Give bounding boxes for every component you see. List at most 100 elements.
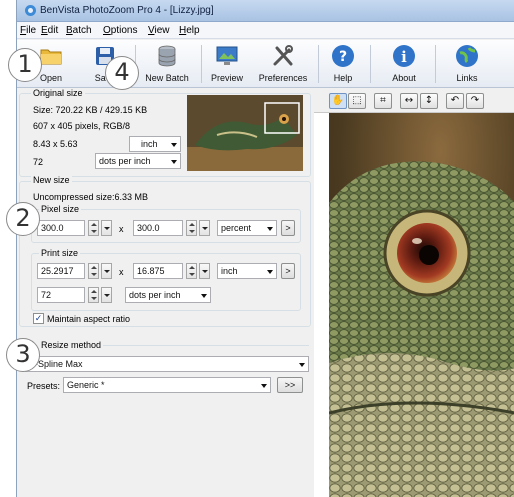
print-size-title: Print size bbox=[39, 248, 81, 258]
print-resolution-input[interactable]: 72 bbox=[37, 287, 85, 303]
print-resolution-unit-value: dots per inch bbox=[129, 290, 181, 300]
toolbar-separator bbox=[201, 45, 202, 83]
about-button[interactable]: i About bbox=[382, 42, 426, 86]
pixel-width-dropdown[interactable] bbox=[101, 220, 112, 236]
pixel-width-spinner[interactable] bbox=[88, 220, 99, 236]
presets-more-button[interactable]: >> bbox=[277, 377, 303, 393]
menu-bar: File Edit Batch Options View Help bbox=[17, 22, 514, 39]
pixel-height-input[interactable]: 300.0 bbox=[133, 220, 183, 236]
crop-icon[interactable]: ⌗ bbox=[374, 93, 392, 109]
pixel-size-title: Pixel size bbox=[39, 204, 82, 214]
menu-view[interactable]: View bbox=[148, 25, 170, 36]
print-unit-select[interactable]: inch bbox=[217, 263, 277, 279]
callout-badge-3: 3 bbox=[6, 338, 40, 372]
svg-text:?: ? bbox=[339, 49, 347, 65]
help-label: Help bbox=[333, 73, 353, 83]
pixel-unit-value: percent bbox=[221, 223, 252, 233]
svg-text:i: i bbox=[401, 48, 407, 66]
print-width-spinner[interactable] bbox=[88, 263, 99, 279]
uncompressed-size: Uncompressed size:6.33 MB bbox=[33, 192, 149, 202]
app-icon bbox=[25, 5, 36, 16]
print-resolution-unit-select[interactable]: dots per inch bbox=[125, 287, 211, 303]
print-height-dropdown[interactable] bbox=[199, 263, 210, 279]
print-times-sign: x bbox=[119, 267, 124, 277]
maintain-aspect-label: Maintain aspect ratio bbox=[47, 314, 131, 324]
links-label: Links bbox=[456, 73, 478, 83]
pixel-times-sign: x bbox=[119, 224, 124, 234]
original-unit-select[interactable]: inch bbox=[129, 136, 181, 152]
tools-icon bbox=[273, 45, 293, 66]
callout-badge-4: 4 bbox=[105, 56, 139, 90]
new-batch-label: New Batch bbox=[145, 73, 189, 83]
links-button[interactable]: Links bbox=[447, 42, 487, 86]
original-print-dimensions: 8.43 x 5.63 bbox=[33, 139, 78, 149]
main-toolbar: Open Save New Batch bbox=[17, 40, 514, 88]
pixel-height-spinner[interactable] bbox=[186, 220, 197, 236]
preview-pane[interactable] bbox=[314, 113, 514, 497]
print-width-input[interactable]: 25.2917 bbox=[37, 263, 85, 279]
print-resolution-dropdown[interactable] bbox=[101, 287, 112, 303]
original-resolution: 72 bbox=[33, 157, 44, 167]
pixel-width-input[interactable]: 300.0 bbox=[37, 220, 85, 236]
toolbar-separator bbox=[370, 45, 371, 83]
hand-tool-icon[interactable]: ✋ bbox=[329, 93, 347, 109]
resize-method-title: Resize method bbox=[39, 340, 104, 350]
original-resolution-unit-value: dots per inch bbox=[99, 156, 151, 166]
print-resolution-spinner[interactable] bbox=[88, 287, 99, 303]
help-question-icon: ? bbox=[332, 45, 354, 67]
print-height-spinner[interactable] bbox=[186, 263, 197, 279]
presets-select[interactable]: Generic * bbox=[63, 377, 271, 393]
original-size-title: Original size bbox=[31, 88, 85, 98]
thumbnail-preview bbox=[187, 95, 303, 171]
preview-button[interactable]: Preview bbox=[207, 42, 247, 86]
folder-icon bbox=[40, 49, 62, 65]
preview-monitor-icon bbox=[216, 46, 238, 65]
globe-icon bbox=[456, 45, 478, 67]
preferences-button[interactable]: Preferences bbox=[255, 42, 311, 86]
callout-badge-2: 2 bbox=[6, 202, 40, 236]
pixel-unit-select[interactable]: percent bbox=[217, 220, 277, 236]
original-file-size: Size: 720.22 KB / 429.15 KB bbox=[33, 105, 148, 115]
presets-label: Presets: bbox=[27, 381, 61, 391]
menu-batch[interactable]: Batch bbox=[66, 25, 92, 36]
info-icon: i bbox=[393, 45, 415, 67]
new-batch-button[interactable]: New Batch bbox=[141, 42, 193, 86]
resize-method-select[interactable]: S-Spline Max bbox=[25, 356, 309, 372]
help-button[interactable]: ? Help bbox=[325, 42, 361, 86]
resize-method-divider bbox=[103, 345, 309, 346]
original-resolution-unit-select[interactable]: dots per inch bbox=[95, 153, 181, 169]
about-label: About bbox=[392, 73, 416, 83]
window-title: BenVista PhotoZoom Pro 4 - [Lizzy.jpg] bbox=[40, 5, 214, 16]
rotate-left-icon[interactable]: ↶ bbox=[446, 93, 464, 109]
title-bar: BenVista PhotoZoom Pro 4 - [Lizzy.jpg] bbox=[17, 0, 514, 22]
pixel-size-more-button[interactable]: > bbox=[281, 220, 295, 236]
preview-label: Preview bbox=[210, 73, 243, 83]
pixel-height-dropdown[interactable] bbox=[199, 220, 210, 236]
maintain-aspect-checkbox[interactable]: ✓ bbox=[33, 313, 44, 324]
fit-height-icon[interactable]: ↕ bbox=[420, 93, 438, 109]
preferences-label: Preferences bbox=[258, 73, 308, 83]
presets-value: Generic * bbox=[67, 380, 105, 390]
print-size-more-button[interactable]: > bbox=[281, 263, 295, 279]
menu-help[interactable]: Help bbox=[179, 25, 200, 36]
original-unit-value: inch bbox=[141, 139, 158, 149]
rotate-right-icon[interactable]: ↷ bbox=[466, 93, 484, 109]
fit-width-icon[interactable]: ↔ bbox=[400, 93, 418, 109]
app-window: BenVista PhotoZoom Pro 4 - [Lizzy.jpg] F… bbox=[16, 0, 514, 497]
print-unit-value: inch bbox=[221, 266, 238, 276]
menu-edit[interactable]: Edit bbox=[41, 25, 58, 36]
toolbar-separator bbox=[435, 45, 436, 83]
database-stack-icon bbox=[158, 45, 176, 67]
zoomed-lizard-image bbox=[329, 113, 514, 497]
menu-file[interactable]: File bbox=[20, 25, 36, 36]
print-width-dropdown[interactable] bbox=[101, 263, 112, 279]
print-height-input[interactable]: 16.875 bbox=[133, 263, 183, 279]
original-pixel-dimensions: 607 x 405 pixels, RGB/8 bbox=[33, 121, 131, 131]
new-size-title: New size bbox=[31, 175, 72, 185]
view-toolbar: ✋ ⬚ ⌗ ↔ ↕ ↶ ↷ bbox=[314, 89, 514, 113]
toolbar-separator bbox=[318, 45, 319, 83]
zoom-select-icon[interactable]: ⬚ bbox=[348, 93, 366, 109]
callout-badge-1: 1 bbox=[8, 48, 42, 82]
settings-panel: Original size Size: 720.22 KB / 429.15 K… bbox=[17, 88, 314, 497]
menu-options[interactable]: Options bbox=[103, 25, 137, 36]
